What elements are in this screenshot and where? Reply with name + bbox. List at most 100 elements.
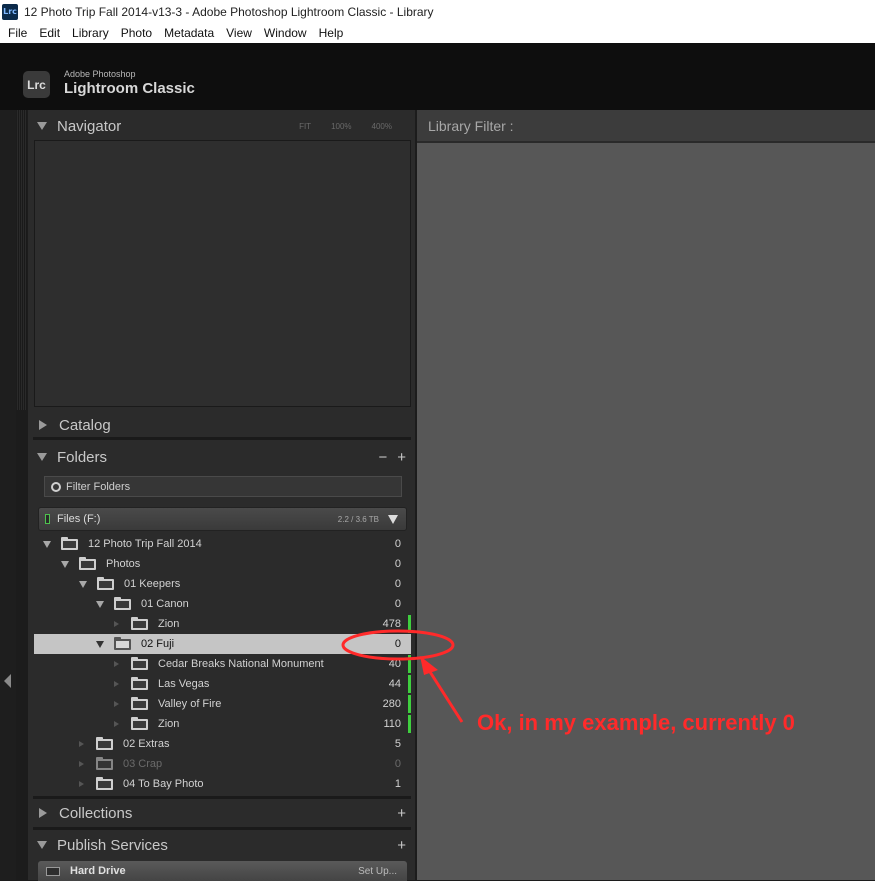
lrc-logo-icon: Lrc <box>23 71 50 98</box>
folder-count: 0 <box>394 638 401 650</box>
collapsed-triangle-icon[interactable] <box>114 701 119 707</box>
volume-status-icon <box>45 514 50 524</box>
folder-name: 04 To Bay Photo <box>123 778 204 790</box>
expand-triangle-icon[interactable] <box>61 560 69 568</box>
menu-library[interactable]: Library <box>66 26 115 40</box>
collapse-triangle-icon <box>39 420 47 430</box>
folders-label: Folders <box>57 448 108 466</box>
collapsed-triangle-icon[interactable] <box>114 661 119 667</box>
collections-header[interactable]: Collections + <box>33 799 410 827</box>
folder-count: 40 <box>388 658 401 670</box>
folder-count: 0 <box>394 758 401 770</box>
collapsed-triangle-icon[interactable] <box>79 761 84 767</box>
folder-icon <box>131 656 148 670</box>
setup-button[interactable]: Set Up... <box>358 866 397 877</box>
folder-icon <box>114 596 131 610</box>
expand-triangle-icon[interactable] <box>96 640 104 648</box>
add-publish-service-button[interactable]: + <box>397 837 406 854</box>
folder-icon <box>79 556 96 570</box>
publish-service-hard-drive[interactable]: Hard Drive Set Up... <box>38 861 407 881</box>
publish-services-header[interactable]: Publish Services + <box>33 831 410 859</box>
menu-edit[interactable]: Edit <box>33 26 66 40</box>
filter-folders-field[interactable]: Filter Folders <box>44 476 402 497</box>
folders-header-actions: − + <box>378 449 406 466</box>
menu-view[interactable]: View <box>220 26 258 40</box>
publish-header-actions: + <box>397 837 406 854</box>
menu-file[interactable]: File <box>2 26 33 40</box>
collapsed-triangle-icon[interactable] <box>79 781 84 787</box>
folder-row[interactable]: Photos 0 <box>34 554 411 574</box>
collapsed-triangle-icon[interactable] <box>114 721 119 727</box>
grid-view-area[interactable]: Library Filter : <box>417 110 875 880</box>
window-titlebar: Lrc 12 Photo Trip Fall 2014-v13-3 - Adob… <box>0 0 875 23</box>
volume-menu-icon[interactable] <box>388 514 398 524</box>
expand-triangle-icon <box>37 841 47 849</box>
folder-row-selected[interactable]: 02 Fuji 0 <box>34 634 411 654</box>
navigator-zoom-options: FIT 100% 400% <box>299 122 392 131</box>
expand-triangle-icon <box>37 122 47 130</box>
add-folder-button[interactable]: + <box>397 449 406 466</box>
menu-window[interactable]: Window <box>258 26 313 40</box>
folder-row-offline[interactable]: 03 Crap 0 <box>34 754 411 774</box>
expand-triangle-icon[interactable] <box>96 600 104 608</box>
online-indicator <box>408 655 411 673</box>
panel-grip[interactable] <box>17 110 27 410</box>
catalog-header[interactable]: Catalog <box>33 411 410 439</box>
folder-name: Zion <box>158 718 180 730</box>
volume-bar[interactable]: Files (F:) 2.2 / 3.6 TB <box>38 507 407 531</box>
folder-name: Zion <box>158 618 180 630</box>
zoom-400[interactable]: 400% <box>372 122 392 131</box>
folder-row[interactable]: 04 To Bay Photo 1 <box>34 774 411 794</box>
folder-count: 0 <box>394 578 401 590</box>
library-filter-bar[interactable]: Library Filter : <box>417 110 875 143</box>
remove-folder-button[interactable]: − <box>378 449 387 466</box>
folder-name: 02 Extras <box>123 738 170 750</box>
publish-services-label: Publish Services <box>57 836 168 854</box>
folder-name: Photos <box>106 558 141 570</box>
navigator-header[interactable]: Navigator FIT 100% 400% <box>33 112 410 140</box>
collapse-triangle-icon <box>39 808 47 818</box>
menu-metadata[interactable]: Metadata <box>158 26 220 40</box>
folder-row[interactable]: 01 Keepers 0 <box>34 574 411 594</box>
menu-photo[interactable]: Photo <box>115 26 158 40</box>
zoom-fit[interactable]: FIT <box>299 122 311 131</box>
folder-row[interactable]: 12 Photo Trip Fall 2014 0 <box>34 534 411 554</box>
expand-triangle-icon[interactable] <box>43 540 51 548</box>
expand-triangle-icon <box>37 453 47 461</box>
folder-count: 5 <box>394 738 401 750</box>
online-indicator <box>408 675 411 693</box>
folder-row[interactable]: Cedar Breaks National Monument 40 <box>34 654 411 674</box>
folder-icon <box>131 616 148 630</box>
folder-name: 01 Canon <box>141 598 189 610</box>
brand-line-1: Adobe Photoshop <box>64 69 136 79</box>
folder-icon <box>114 636 131 650</box>
folders-header[interactable]: Folders − + <box>33 443 410 471</box>
online-indicator <box>408 695 411 713</box>
folder-icon <box>96 776 113 790</box>
filter-folders-placeholder: Filter Folders <box>66 480 131 493</box>
folder-row[interactable]: Valley of Fire 280 <box>34 694 411 714</box>
menu-help[interactable]: Help <box>313 26 350 40</box>
collapsed-triangle-icon[interactable] <box>114 621 119 627</box>
folder-row[interactable]: 01 Canon 0 <box>34 594 411 614</box>
left-panel-edge <box>0 110 16 880</box>
folder-row[interactable]: 02 Extras 5 <box>34 734 411 754</box>
folder-row[interactable]: Las Vegas 44 <box>34 674 411 694</box>
brand-line-2: Lightroom Classic <box>64 80 195 97</box>
folder-icon <box>97 576 114 590</box>
folder-icon <box>131 716 148 730</box>
collapsed-triangle-icon[interactable] <box>79 741 84 747</box>
online-indicator <box>408 615 411 633</box>
expand-triangle-icon[interactable] <box>79 580 87 588</box>
collapsed-triangle-icon[interactable] <box>114 681 119 687</box>
folder-row[interactable]: Zion 478 <box>34 614 411 634</box>
collapse-left-panel-icon[interactable] <box>4 674 11 688</box>
navigator-preview[interactable] <box>34 140 411 407</box>
folder-count: 110 <box>383 718 401 730</box>
folder-row[interactable]: Zion 110 <box>34 714 411 734</box>
window-title: 12 Photo Trip Fall 2014-v13-3 - Adobe Ph… <box>24 4 434 19</box>
zoom-100[interactable]: 100% <box>331 122 351 131</box>
panel-divider <box>33 437 411 440</box>
add-collection-button[interactable]: + <box>397 805 406 822</box>
volume-size: 2.2 / 3.6 TB <box>337 514 379 524</box>
